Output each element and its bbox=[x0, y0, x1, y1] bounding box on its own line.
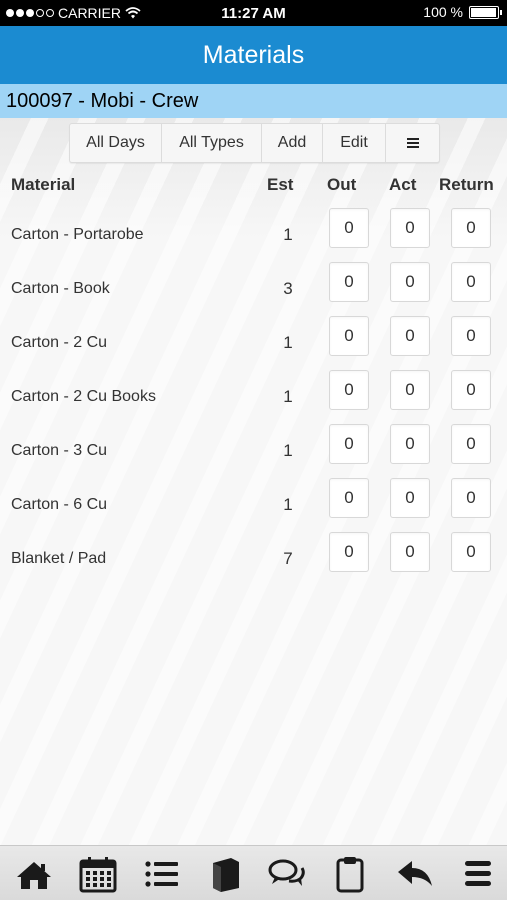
return-input[interactable]: 0 bbox=[451, 262, 491, 302]
return-input[interactable]: 0 bbox=[451, 532, 491, 572]
column-header-est: Est bbox=[267, 175, 294, 194]
material-name: Carton - Portarobe bbox=[11, 226, 144, 243]
table-row: Blanket / Pad 7 0 0 0 bbox=[0, 532, 507, 586]
column-header-out: Out bbox=[327, 175, 357, 194]
filter-toolbar: All Days All Types Add Edit bbox=[69, 123, 440, 163]
column-header-material: Material bbox=[11, 175, 76, 194]
est-value: 1 bbox=[283, 387, 293, 406]
book-button[interactable] bbox=[205, 855, 245, 893]
reply-button[interactable] bbox=[395, 855, 435, 893]
act-input[interactable]: 0 bbox=[390, 424, 430, 464]
out-input[interactable]: 0 bbox=[329, 532, 369, 572]
all-types-button[interactable]: All Types bbox=[162, 124, 262, 162]
edit-button[interactable]: Edit bbox=[323, 124, 386, 162]
return-input[interactable]: 0 bbox=[451, 478, 491, 518]
act-input[interactable]: 0 bbox=[390, 262, 430, 302]
out-input[interactable]: 0 bbox=[329, 262, 369, 302]
act-input[interactable]: 0 bbox=[390, 478, 430, 518]
material-name: Carton - 2 Cu Books bbox=[11, 388, 156, 405]
return-input[interactable]: 0 bbox=[451, 370, 491, 410]
menu-icon bbox=[465, 861, 491, 886]
est-value: 1 bbox=[283, 441, 293, 460]
job-label[interactable]: 100097 - Mobi - Crew bbox=[0, 84, 507, 118]
material-name: Carton - 2 Cu bbox=[11, 334, 108, 351]
est-value: 7 bbox=[283, 549, 293, 568]
home-icon bbox=[17, 862, 51, 889]
return-input[interactable]: 0 bbox=[451, 424, 491, 464]
status-bar: CARRIER 11:27 AM 100 % bbox=[0, 0, 507, 26]
act-input[interactable]: 0 bbox=[390, 370, 430, 410]
bottom-nav bbox=[0, 845, 507, 900]
est-value: 1 bbox=[283, 333, 293, 352]
column-header-return: Return bbox=[439, 175, 494, 194]
table-row: Carton - Portarobe 1 0 0 0 bbox=[0, 208, 507, 262]
act-input[interactable]: 0 bbox=[390, 532, 430, 572]
clipboard-button[interactable] bbox=[330, 855, 370, 893]
material-name: Blanket / Pad bbox=[11, 550, 107, 567]
status-right: 100 % bbox=[423, 4, 502, 20]
table-row: Carton - 2 Cu 1 0 0 0 bbox=[0, 316, 507, 370]
clipboard-icon bbox=[336, 857, 364, 893]
list-button[interactable] bbox=[142, 855, 182, 893]
calendar-icon bbox=[79, 857, 117, 893]
out-input[interactable]: 0 bbox=[329, 316, 369, 356]
material-name: Carton - 3 Cu bbox=[11, 442, 108, 459]
table-row: Carton - 2 Cu Books 1 0 0 0 bbox=[0, 370, 507, 424]
act-input[interactable]: 0 bbox=[390, 208, 430, 248]
out-input[interactable]: 0 bbox=[329, 478, 369, 518]
menu-button[interactable] bbox=[386, 124, 439, 162]
return-input[interactable]: 0 bbox=[451, 316, 491, 356]
page-title: Materials bbox=[0, 26, 507, 84]
more-menu-button[interactable] bbox=[458, 855, 498, 893]
table-row: Carton - Book 3 0 0 0 bbox=[0, 262, 507, 316]
calendar-button[interactable] bbox=[78, 855, 118, 893]
battery-percent: 100 % bbox=[423, 4, 463, 20]
return-input[interactable]: 0 bbox=[451, 208, 491, 248]
reply-icon bbox=[398, 861, 432, 886]
est-value: 1 bbox=[283, 495, 293, 514]
table-row: Carton - 3 Cu 1 0 0 0 bbox=[0, 424, 507, 478]
table-row: Carton - 6 Cu 1 0 0 0 bbox=[0, 478, 507, 532]
chat-icon bbox=[268, 859, 305, 886]
add-button[interactable]: Add bbox=[262, 124, 323, 162]
list-icon bbox=[145, 861, 178, 887]
out-input[interactable]: 0 bbox=[329, 424, 369, 464]
out-input[interactable]: 0 bbox=[329, 208, 369, 248]
home-button[interactable] bbox=[14, 855, 54, 893]
material-name: Carton - 6 Cu bbox=[11, 496, 108, 513]
column-header-act: Act bbox=[389, 175, 417, 194]
est-value: 1 bbox=[283, 225, 293, 244]
all-days-button[interactable]: All Days bbox=[70, 124, 162, 162]
book-icon bbox=[213, 858, 239, 892]
main-content: All Days All Types Add Edit Material Est… bbox=[0, 118, 507, 846]
act-input[interactable]: 0 bbox=[390, 316, 430, 356]
material-name: Carton - Book bbox=[11, 280, 110, 297]
chat-button[interactable] bbox=[267, 855, 307, 893]
battery-icon bbox=[469, 5, 502, 19]
out-input[interactable]: 0 bbox=[329, 370, 369, 410]
est-value: 3 bbox=[283, 279, 293, 298]
menu-icon bbox=[406, 136, 419, 150]
